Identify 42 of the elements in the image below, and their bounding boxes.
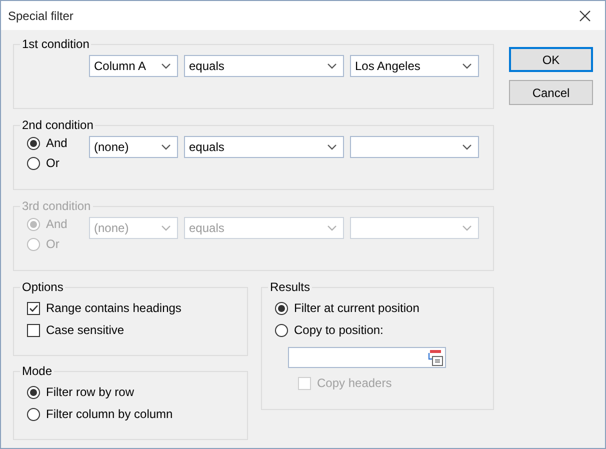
radio-button[interactable] bbox=[27, 408, 40, 420]
dropdown[interactable]: Column A bbox=[89, 55, 178, 77]
group-title: 2nd condition bbox=[21, 118, 94, 132]
radio-label[interactable]: Filter at current position bbox=[294, 301, 420, 315]
radio-label[interactable]: Copy to position: bbox=[294, 323, 384, 337]
radio-button[interactable] bbox=[27, 136, 40, 150]
checkbox-label[interactable]: Case sensitive bbox=[46, 323, 124, 337]
dropdown[interactable]: equals bbox=[184, 55, 344, 77]
radio-button[interactable] bbox=[27, 386, 40, 398]
chevron-down-icon bbox=[462, 144, 472, 150]
chevron-down-icon bbox=[161, 225, 171, 231]
radio-label[interactable]: And bbox=[46, 136, 68, 150]
window-title: Special filter bbox=[8, 8, 74, 22]
chevron-down-icon bbox=[462, 63, 472, 69]
radio-button[interactable] bbox=[275, 302, 288, 314]
group-title: Results bbox=[269, 280, 312, 294]
radio-label[interactable]: Filter column by column bbox=[46, 407, 173, 421]
checkbox-label[interactable]: Range contains headings bbox=[46, 301, 182, 315]
position-field[interactable] bbox=[288, 347, 446, 368]
radio-label[interactable]: Or bbox=[46, 156, 60, 170]
dialog-button[interactable]: Cancel bbox=[509, 80, 593, 105]
radio-button[interactable] bbox=[275, 324, 288, 336]
checkbox[interactable] bbox=[27, 324, 40, 336]
checkbox[interactable] bbox=[27, 302, 40, 314]
close-icon[interactable] bbox=[579, 10, 591, 22]
chevron-down-icon bbox=[327, 144, 337, 150]
group-title: 1st condition bbox=[21, 37, 90, 51]
chevron-down-icon bbox=[161, 63, 171, 69]
dropdown[interactable]: equals bbox=[184, 136, 344, 158]
radio-button[interactable] bbox=[27, 156, 40, 170]
chevron-down-icon bbox=[327, 225, 337, 231]
cell-range-icon[interactable] bbox=[426, 349, 443, 366]
group-title: Mode bbox=[21, 364, 54, 378]
chevron-down-icon bbox=[462, 225, 472, 231]
chevron-down-icon bbox=[327, 63, 337, 69]
radio-label[interactable]: Filter row by row bbox=[46, 385, 134, 399]
chevron-down-icon bbox=[161, 144, 171, 150]
group-title: Options bbox=[21, 280, 64, 294]
dialog-button[interactable]: OK bbox=[509, 47, 593, 72]
group-title: 3rd condition bbox=[21, 199, 92, 213]
dropdown[interactable]: Los Angeles bbox=[350, 55, 479, 77]
dropdown[interactable]: (none) bbox=[89, 136, 178, 158]
